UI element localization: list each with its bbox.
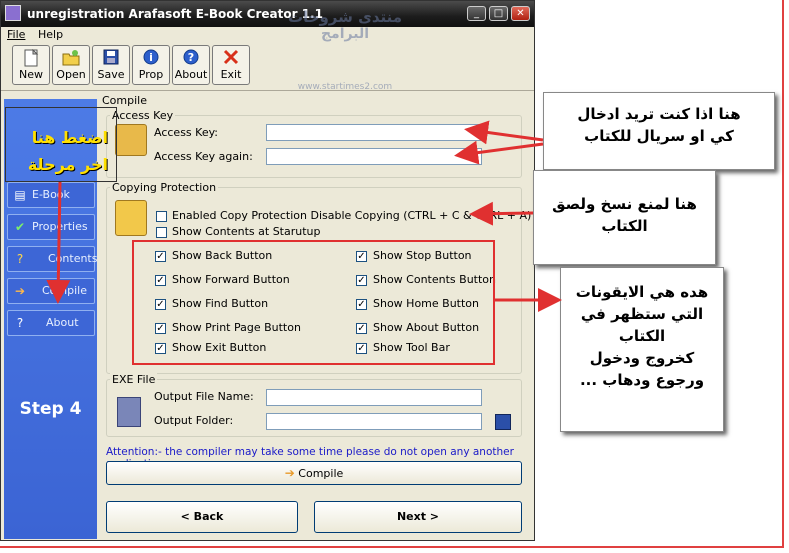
arrow-access-key: [464, 120, 544, 145]
arrow-compile: [46, 181, 71, 304]
arrow-access-key-again: [454, 140, 544, 165]
annotation-arrows: [46, 120, 562, 312]
arrow-copy-protection: [469, 201, 534, 226]
